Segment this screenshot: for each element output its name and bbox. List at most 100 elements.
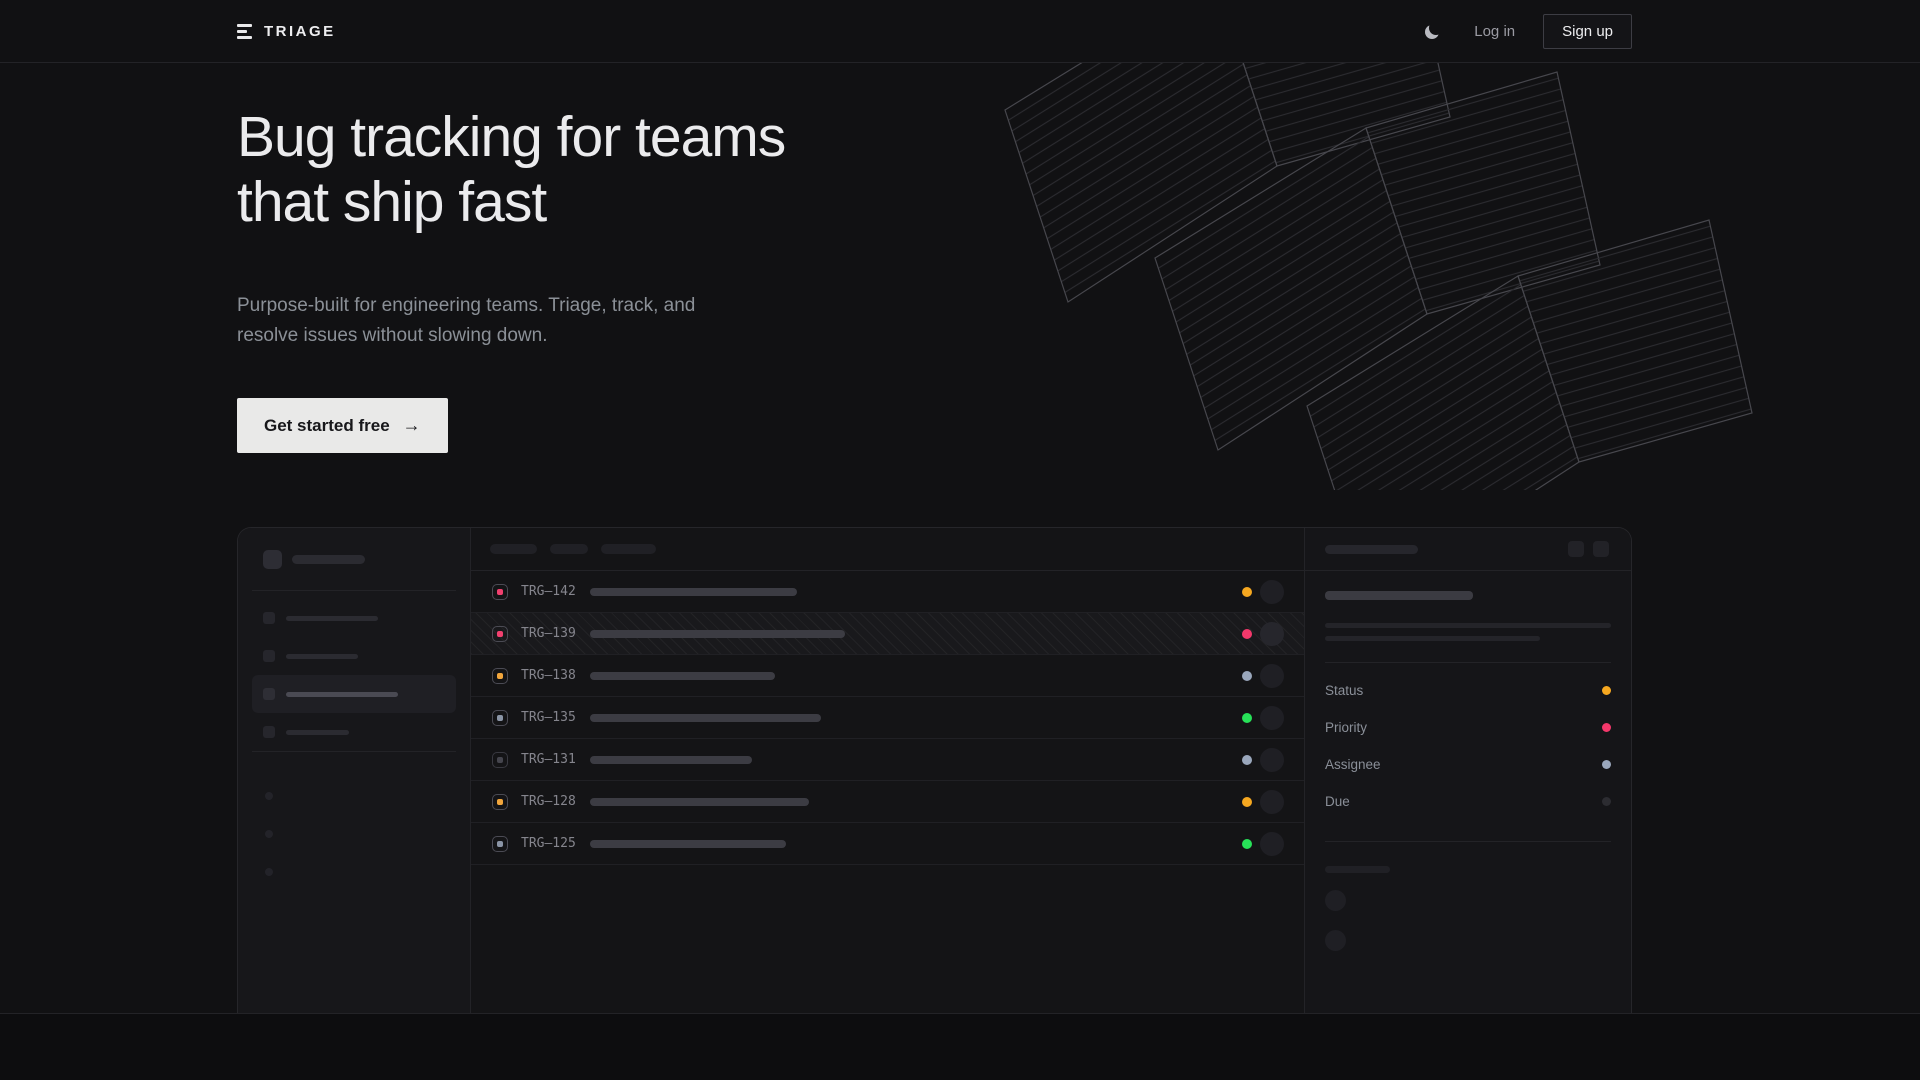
detail-action-button-placeholder (1593, 541, 1609, 557)
issue-type-dot (497, 631, 503, 637)
field-value-dot (1602, 723, 1611, 732)
arrow-right-icon: → (403, 415, 421, 436)
issue-title-placeholder (590, 588, 797, 596)
issue-type-dot (497, 757, 503, 763)
theme-toggle-button[interactable] (1422, 19, 1446, 43)
hero-title-line1: Bug tracking for teams (237, 105, 785, 170)
issue-id: TRG–138 (521, 668, 576, 683)
workspace-name-placeholder (292, 555, 365, 564)
field-label: Priority (1325, 720, 1367, 735)
brand[interactable]: TRIAGE (237, 23, 336, 40)
issue-id: TRG–125 (521, 836, 576, 851)
avatar-placeholder (1325, 930, 1346, 951)
triage-logo-icon (237, 24, 253, 39)
issue-id: TRG–128 (521, 794, 576, 809)
detail-title-placeholder (1325, 545, 1418, 554)
field-value-dot (1602, 797, 1611, 806)
assignee-avatar (1260, 664, 1284, 688)
divider (252, 751, 456, 752)
issue-title-placeholder (590, 798, 809, 806)
issue-type-icon (492, 626, 508, 642)
issue-title-placeholder (590, 756, 752, 764)
detail-field-row: Assignee (1325, 746, 1611, 783)
issue-list-header (471, 528, 1304, 571)
nav-label-placeholder (286, 730, 349, 735)
nav-label-placeholder (286, 692, 398, 697)
issue-row: TRG–138 (471, 655, 1304, 697)
moon-icon (1429, 21, 1443, 35)
brand-name: TRIAGE (264, 23, 336, 40)
field-label: Status (1325, 683, 1363, 698)
navbar: TRIAGE Log in Sign up (0, 0, 1920, 63)
get-started-button[interactable]: Get started free → (237, 398, 448, 453)
issue-status-dot (1242, 755, 1252, 765)
issue-type-icon (492, 794, 508, 810)
issue-title-placeholder (590, 840, 786, 848)
hero-section: Bug tracking for teams that ship fast Pu… (0, 63, 1920, 1014)
nav-icon-placeholder (263, 650, 275, 662)
field-label: Due (1325, 794, 1350, 809)
field-value-dot (1602, 686, 1611, 695)
app-mockup-card: TRG–142 TRG–139 TRG–138 TRG–135 (237, 527, 1632, 1014)
issue-list-panel: TRG–142 TRG–139 TRG–138 TRG–135 (471, 528, 1304, 1014)
sidebar-nav-item (252, 637, 456, 675)
issue-row: TRG–139 (471, 613, 1304, 655)
issue-row: TRG–128 (471, 781, 1304, 823)
login-link[interactable]: Log in (1474, 23, 1515, 40)
hero-title: Bug tracking for teams that ship fast (237, 105, 785, 235)
wireframe-sheets-decoration (1000, 63, 1760, 490)
footer (0, 1014, 1920, 1080)
signup-button[interactable]: Sign up (1543, 14, 1632, 49)
sidebar-nav-item-active (252, 675, 456, 713)
sidebar-item-dots (265, 792, 470, 876)
issue-title-placeholder (590, 630, 845, 638)
avatar-placeholder (1325, 890, 1346, 911)
issue-type-dot (497, 673, 503, 679)
nav-actions: Log in Sign up (1422, 14, 1632, 49)
detail-header (1305, 528, 1631, 571)
issue-type-dot (497, 841, 503, 847)
detail-fields: Status Priority Assignee Due (1325, 672, 1611, 820)
detail-field-row: Status (1325, 672, 1611, 709)
issue-type-icon (492, 710, 508, 726)
issue-type-dot (497, 799, 503, 805)
description-line-placeholder (1325, 623, 1611, 628)
issue-id: TRG–139 (521, 626, 576, 641)
divider (1325, 662, 1611, 663)
issue-status-dot (1242, 797, 1252, 807)
field-label: Assignee (1325, 757, 1381, 772)
issue-title-placeholder (590, 672, 775, 680)
mockup-sidebar-logo (238, 528, 470, 569)
field-value-dot (1602, 760, 1611, 769)
assignee-avatar (1260, 706, 1284, 730)
sidebar-nav-item (252, 599, 456, 637)
assignee-avatar (1260, 748, 1284, 772)
issue-id: TRG–135 (521, 710, 576, 725)
activity-label-placeholder (1325, 866, 1390, 873)
issue-row: TRG–125 (471, 823, 1304, 865)
divider (1325, 841, 1611, 842)
description-line-placeholder (1325, 636, 1540, 641)
detail-field-row: Priority (1325, 709, 1611, 746)
nav-icon-placeholder (263, 726, 275, 738)
assignee-avatar (1260, 832, 1284, 856)
issue-status-dot (1242, 629, 1252, 639)
issue-status-dot (1242, 839, 1252, 849)
assignee-avatar (1260, 790, 1284, 814)
sidebar-nav-item (252, 713, 456, 751)
filter-pill-placeholder (490, 544, 537, 554)
nav-icon-placeholder (263, 612, 275, 624)
issue-status-dot (1242, 713, 1252, 723)
assignee-avatar (1260, 580, 1284, 604)
workspace-icon-placeholder (263, 550, 282, 569)
issue-title-placeholder (590, 714, 821, 722)
detail-action-button-placeholder (1568, 541, 1584, 557)
issue-id: TRG–131 (521, 752, 576, 767)
mockup-sidebar-nav (238, 591, 470, 751)
issue-type-icon (492, 836, 508, 852)
issue-row: TRG–142 (471, 571, 1304, 613)
issue-type-icon (492, 584, 508, 600)
issue-status-dot (1242, 587, 1252, 597)
issue-type-dot (497, 589, 503, 595)
mockup-sidebar (238, 528, 471, 1014)
